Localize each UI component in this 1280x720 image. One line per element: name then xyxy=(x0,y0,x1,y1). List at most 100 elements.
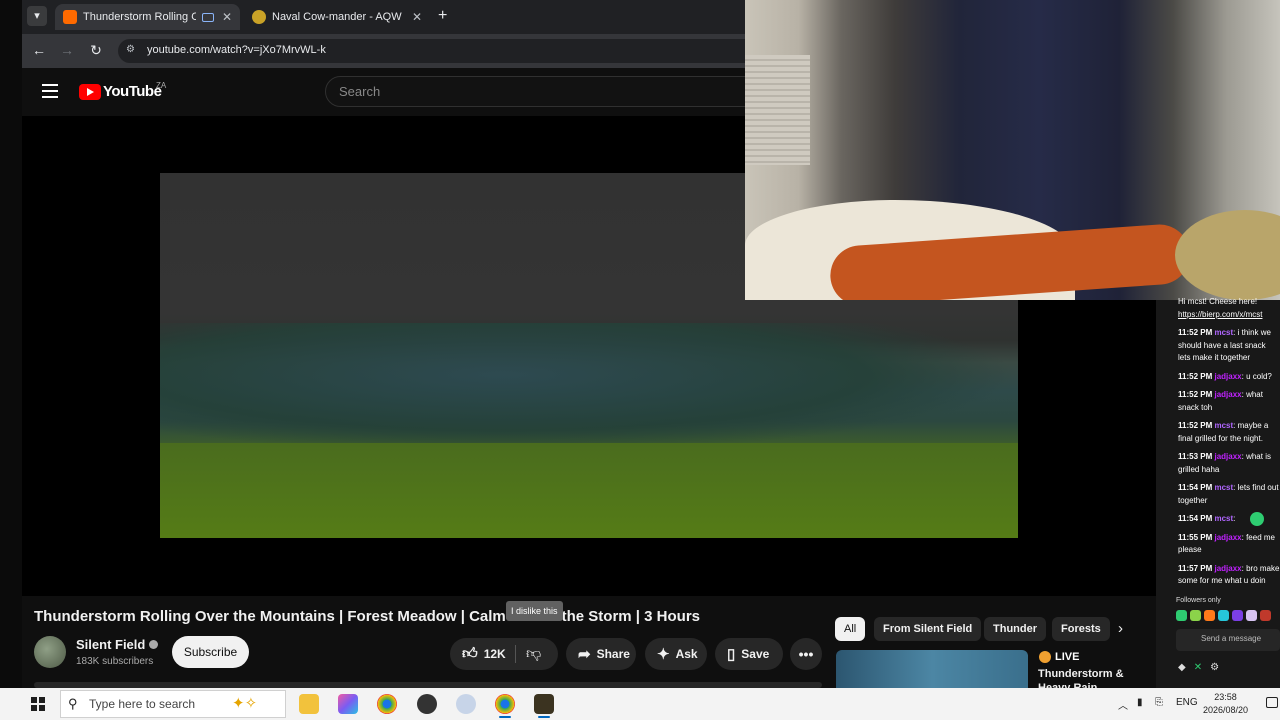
share-label: Share xyxy=(596,647,630,661)
video-hills xyxy=(160,323,1018,453)
more-icon: ••• xyxy=(798,646,814,662)
stream-chat: Hi mcst! Cheese here! https://bierp.com/… xyxy=(1172,296,1280,596)
emote-icon[interactable] xyxy=(1176,610,1187,621)
chat-message: 11:53 PM jadjaxx: what is grilled haha xyxy=(1178,452,1271,474)
recommended-thumbnail[interactable] xyxy=(836,650,1028,688)
verified-icon xyxy=(149,640,159,649)
ask-label: Ask xyxy=(675,647,698,661)
chat-top-line: Hi mcst! Cheese here! xyxy=(1178,297,1258,306)
network-icon[interactable]: ⎘ xyxy=(1155,697,1163,708)
ask-button[interactable]: ✦ Ask xyxy=(645,638,707,670)
chat-toolbar: ◆ ✕ ⚙ xyxy=(1178,662,1219,673)
webcam-overlay xyxy=(745,0,1280,300)
chrome-icon[interactable] xyxy=(377,694,397,714)
emote-icon[interactable] xyxy=(1246,610,1257,621)
new-tab-icon[interactable]: + xyxy=(438,7,447,25)
emote-icon[interactable] xyxy=(1260,610,1271,621)
clock-date: 2026/08/20 xyxy=(1203,705,1249,715)
points-icon[interactable]: ✕ xyxy=(1194,662,1202,673)
tab-search-dropdown-icon[interactable]: ▾ xyxy=(27,6,47,26)
thumbs-down-icon[interactable]: 👎︎ xyxy=(526,645,541,663)
language-indicator[interactable]: ENG xyxy=(1176,697,1198,708)
chat-message: 11:55 PM jadjaxx: feed me please xyxy=(1178,532,1275,555)
microphone-icon[interactable]: ▮ xyxy=(1137,697,1143,708)
more-actions-button[interactable]: ••• xyxy=(790,638,822,670)
clock-time: 23:58 xyxy=(1214,692,1237,702)
chat-message: 11:52 PM mcst: i think we should have a … xyxy=(1178,328,1271,362)
screen: ▾ Thunderstorm Rolling Over ✕ Naval Cow-… xyxy=(0,0,1280,720)
chat-message: 11:52 PM mcst: maybe a final grilled for… xyxy=(1178,421,1269,443)
close-tab-icon[interactable]: ✕ xyxy=(220,10,234,24)
chat-message: 11:57 PM jadjaxx: bro make some for me w… xyxy=(1178,563,1280,586)
search-highlight-icon: ✦✧ xyxy=(232,695,258,712)
emote-icon[interactable] xyxy=(1218,610,1229,621)
left-edge xyxy=(0,0,22,688)
chip-all[interactable]: All xyxy=(835,617,866,641)
tray-chevron-icon[interactable]: ︿ xyxy=(1118,697,1128,712)
url-text[interactable]: youtube.com/watch?v=jXo7MrvWL-k xyxy=(147,44,326,56)
tab-title: Naval Cow-mander - AQW xyxy=(272,11,402,23)
settings-icon[interactable]: ⚙ xyxy=(1210,662,1219,673)
copilot-icon[interactable] xyxy=(338,694,358,714)
chrome-active-icon[interactable] xyxy=(495,694,515,718)
channel-name[interactable]: Silent Field xyxy=(76,637,159,652)
search-icon: ⚲ xyxy=(68,696,78,711)
sparkle-icon: ✦ xyxy=(657,646,670,663)
menu-icon[interactable] xyxy=(42,84,58,102)
notification-icon[interactable] xyxy=(1266,697,1278,708)
aqw-favicon-icon xyxy=(252,10,266,24)
followers-only-label: Followers only xyxy=(1176,597,1221,604)
chat-emote-icon xyxy=(1250,512,1264,526)
youtube-logo-icon[interactable] xyxy=(79,84,101,100)
emote-icon[interactable] xyxy=(1232,610,1243,621)
save-label: Save xyxy=(741,647,770,661)
share-button[interactable]: ➦ Share xyxy=(566,638,636,670)
share-icon: ➦ xyxy=(578,646,591,663)
subscriber-count: 183K subscribers xyxy=(76,656,154,667)
recommended-title[interactable]: Thunderstorm & Heavy Rain xyxy=(1038,667,1158,688)
obs-icon[interactable] xyxy=(417,694,437,714)
emote-icon[interactable] xyxy=(1190,610,1201,621)
chat-message: 11:52 PM jadjaxx: u cold? xyxy=(1178,371,1272,381)
taskbar-clock[interactable]: 23:58 2026/08/20 xyxy=(1203,691,1248,717)
save-button[interactable]: ▯ Save xyxy=(715,638,783,670)
network-app-icon[interactable] xyxy=(456,694,476,714)
emote-icon[interactable] xyxy=(1204,610,1215,621)
tab-title: Thunderstorm Rolling Over xyxy=(83,11,196,23)
search-input[interactable] xyxy=(325,76,765,107)
reload-icon[interactable]: ↻ xyxy=(87,42,105,59)
emote-bar[interactable] xyxy=(1176,610,1280,624)
back-icon[interactable]: ← xyxy=(30,42,48,58)
close-tab-icon[interactable]: ✕ xyxy=(410,10,424,24)
channel-avatar[interactable] xyxy=(34,636,66,668)
webcam-food xyxy=(1175,210,1280,300)
video-meadow xyxy=(160,443,1018,538)
search-placeholder: Search xyxy=(339,84,381,99)
windows-start-icon[interactable] xyxy=(31,697,45,711)
tab-aqw[interactable]: Naval Cow-mander - AQW ✕ xyxy=(244,4,430,30)
chevron-right-icon[interactable]: › xyxy=(1118,620,1123,637)
file-explorer-icon[interactable] xyxy=(299,694,319,714)
bookmark-icon: ▯ xyxy=(727,646,736,663)
youtube-logo-text[interactable]: YouTube xyxy=(103,83,162,100)
forward-icon[interactable]: → xyxy=(58,42,76,58)
chat-link[interactable]: https://bierp.com/x/mcst xyxy=(1178,309,1280,322)
site-info-icon[interactable]: ⚙ xyxy=(126,44,138,56)
like-button[interactable]: 👍︎ 12K xyxy=(450,638,558,670)
region-code: ZA xyxy=(156,81,167,90)
aqw-app-icon[interactable] xyxy=(534,694,554,718)
chip-forests[interactable]: Forests xyxy=(1052,617,1110,641)
youtube-favicon-icon xyxy=(63,10,77,24)
video-title: Thunderstorm Rolling Over the Mountains … xyxy=(34,608,700,625)
bits-icon[interactable]: ◆ xyxy=(1178,662,1186,673)
media-playing-icon[interactable] xyxy=(202,12,214,22)
live-avatar xyxy=(1039,651,1051,663)
chip-from-channel[interactable]: From Silent Field xyxy=(874,617,982,641)
chat-message: 11:54 PM mcst: xyxy=(1178,514,1236,523)
thumbs-up-icon: 👍︎ xyxy=(462,645,478,662)
tab-youtube[interactable]: Thunderstorm Rolling Over ✕ xyxy=(55,4,240,30)
chip-thunder[interactable]: Thunder xyxy=(984,617,1046,641)
subscribe-button[interactable]: Subscribe xyxy=(172,636,249,668)
like-count: 12K xyxy=(483,647,506,661)
chat-message: 11:54 PM mcst: lets find out together xyxy=(1178,483,1279,505)
